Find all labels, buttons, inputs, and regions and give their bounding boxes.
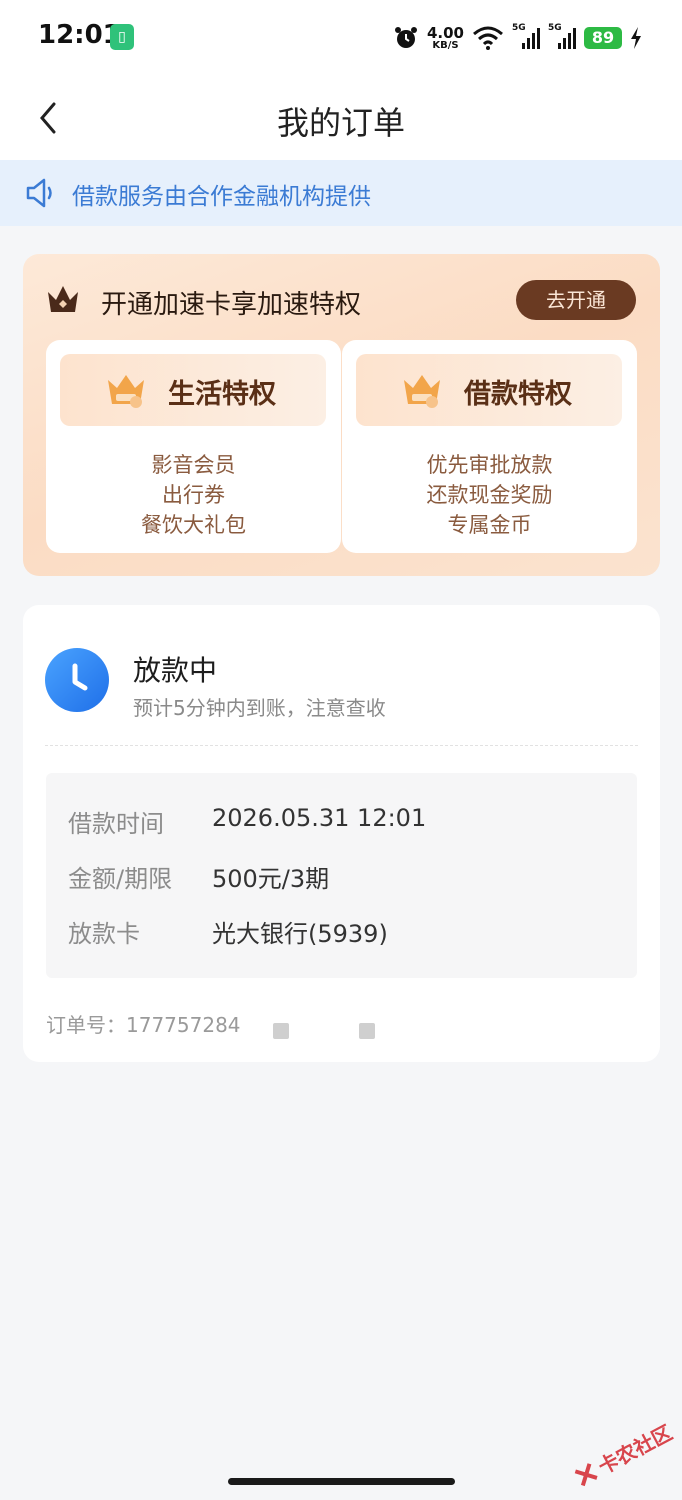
order-status-subtitle: 预计5分钟内到账，注意查收 (133, 696, 386, 720)
nav-header: 我的订单 (0, 76, 682, 160)
redaction-mark (273, 1023, 289, 1039)
detail-value: 500元/3期 (212, 865, 330, 893)
list-item: 优先审批放款 (426, 453, 553, 477)
net-speed-value: 4.00 (426, 23, 464, 42)
signal-sim1-icon: 5G (512, 23, 540, 49)
crown-icon (48, 286, 78, 312)
notice-bar: 借款服务由合作金融机构提供 (0, 160, 682, 226)
list-item: 还款现金奖励 (426, 483, 553, 507)
notice-text: 借款服务由合作金融机构提供 (72, 184, 371, 210)
loan-privilege-header: 借款特权 (356, 354, 622, 426)
list-item: 专属金币 (447, 513, 532, 537)
clock-icon (45, 648, 109, 712)
order-number-label: 订单号： (46, 1013, 126, 1037)
watermark-logo-icon (574, 1462, 598, 1486)
sim1-label: 5G (512, 23, 526, 33)
list-item: 餐饮大礼包 (141, 513, 246, 537)
list-item: 影音会员 (151, 453, 236, 477)
home-indicator[interactable] (228, 1478, 455, 1485)
divider (45, 745, 638, 746)
order-card[interactable]: 放款中 预计5分钟内到账，注意查收 借款时间 2026.05.31 12:01 … (23, 605, 660, 1062)
watermark-text: 卡农社区 (594, 1420, 677, 1480)
order-details: 借款时间 2026.05.31 12:01 金额/期限 500元/3期 放款卡 … (46, 773, 637, 978)
redaction-mark (359, 1023, 375, 1039)
detail-value: 光大银行(5939) (212, 920, 388, 948)
detail-row-loan-time: 借款时间 2026.05.31 12:01 (68, 804, 426, 840)
life-privilege-title: 生活特权 (168, 379, 276, 410)
battery-indicator: 89 (584, 27, 622, 49)
crown-gift-icon (404, 375, 440, 408)
order-number-value: 177757284 (126, 1013, 241, 1037)
list-item: 出行券 (162, 483, 225, 507)
life-privilege-box[interactable]: 生活特权 影音会员 出行券 餐饮大礼包 (46, 340, 341, 553)
detail-row-payout-card: 放款卡 光大银行(5939) (68, 914, 388, 950)
open-privilege-button[interactable]: 去开通 (516, 280, 636, 320)
life-privilege-list: 影音会员 出行券 餐饮大礼包 (46, 450, 341, 540)
crown-gift-icon (108, 375, 144, 408)
watermark: 卡农社区 (569, 1417, 676, 1492)
loan-privilege-box[interactable]: 借款特权 优先审批放款 还款现金奖励 专属金币 (342, 340, 637, 553)
order-number: 订单号：177757284 (46, 1009, 241, 1038)
charging-icon (631, 27, 641, 49)
signal-sim2-icon: 5G (548, 23, 576, 49)
status-indicators: 4.00 KB/S 5G 5G 89 (393, 22, 642, 54)
wifi-icon (473, 26, 503, 50)
net-speed-unit: KB/S (432, 39, 459, 51)
life-privilege-header: 生活特权 (60, 354, 326, 426)
status-time: 12:01 (38, 20, 121, 50)
order-page: 12:01 ▯ 4.00 KB/S 5G 5G 89 我的订单 借款服务由合作金… (0, 0, 682, 1500)
app-notification-icon: ▯ (110, 24, 134, 50)
sim2-label: 5G (548, 23, 562, 33)
speaker-icon (26, 178, 52, 208)
order-status-title: 放款中 (133, 654, 218, 687)
loan-privilege-list: 优先审批放款 还款现金奖励 专属金币 (342, 450, 637, 540)
detail-label: 借款时间 (68, 810, 164, 838)
net-speed: 4.00 KB/S (426, 23, 464, 51)
status-bar: 12:01 ▯ 4.00 KB/S 5G 5G 89 (0, 0, 682, 76)
page-title: 我的订单 (276, 104, 405, 142)
detail-value: 2026.05.31 12:01 (212, 804, 427, 832)
detail-label: 放款卡 (68, 920, 140, 948)
detail-row-amount-term: 金额/期限 500元/3期 (68, 859, 329, 895)
privilege-title: 开通加速卡享加速特权 (101, 290, 362, 320)
detail-label: 金额/期限 (68, 865, 173, 893)
alarm-icon (394, 27, 417, 48)
loan-privilege-title: 借款特权 (464, 379, 572, 410)
privilege-card: 开通加速卡享加速特权 去开通 生活特权 影音会员 出行券 餐饮大礼包 借款特权 … (23, 254, 660, 576)
